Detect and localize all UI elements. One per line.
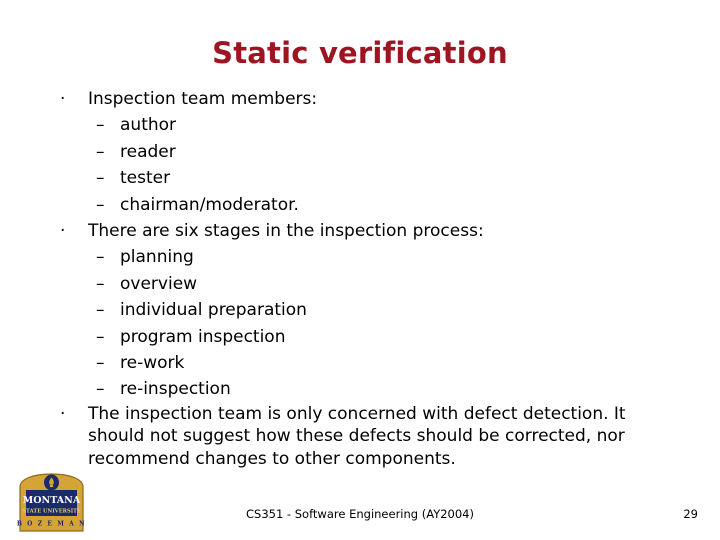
slide: Static verification · Inspection team me…: [0, 0, 720, 540]
bullet-marker-icon: ·: [60, 403, 66, 424]
bullet-level2-label: chairman/moderator.: [120, 194, 299, 215]
bullet-marker-icon: ·: [60, 221, 66, 242]
slide-body: · Inspection team members: – author – re…: [56, 86, 696, 470]
bullet-level2-label: program inspection: [120, 326, 286, 347]
bullet-level2: – program inspection: [56, 324, 696, 350]
bullet-level1-label: There are six stages in the inspection p…: [88, 221, 484, 242]
bullet-level1: · Inspection team members:: [56, 86, 696, 112]
dash-marker-icon: –: [96, 115, 105, 136]
footer-page-number: 29: [683, 507, 698, 521]
dash-marker-icon: –: [96, 168, 105, 189]
dash-marker-icon: –: [96, 353, 105, 374]
bullet-level2: – reader: [56, 139, 696, 165]
montana-state-university-logo: MONTANA STATE UNIVERSITY B O Z E M A N: [17, 473, 86, 535]
svg-text:STATE UNIVERSITY: STATE UNIVERSITY: [22, 509, 81, 515]
bullet-level2: – planning: [56, 244, 696, 270]
bullet-level2-label: planning: [120, 247, 194, 268]
bullet-level1-paragraph: · The inspection team is only concerned …: [56, 403, 664, 471]
bullet-level2-label: re-inspection: [120, 379, 231, 400]
bullet-level2-label: overview: [120, 273, 198, 294]
svg-text:MONTANA: MONTANA: [23, 495, 81, 506]
dash-marker-icon: –: [96, 300, 105, 321]
bullet-marker-icon: ·: [60, 89, 66, 109]
bullet-level2: – re-inspection: [56, 376, 696, 402]
dash-marker-icon: –: [96, 247, 105, 268]
bullet-level2: – re-work: [56, 350, 696, 376]
bullet-level2-label: reader: [120, 141, 176, 162]
bullet-level2: – individual preparation: [56, 297, 696, 323]
bullet-level2: – overview: [56, 271, 696, 297]
paragraph-text: The inspection team is only concerned wi…: [88, 403, 626, 469]
bullet-level2-label: tester: [120, 168, 171, 189]
bullet-level2: – chairman/moderator.: [56, 192, 696, 218]
bullet-level2-label: author: [120, 115, 177, 136]
bullet-level2: – tester: [56, 165, 696, 191]
bullet-level2-label: individual preparation: [120, 300, 307, 321]
bullet-level1: · There are six stages in the inspection…: [56, 218, 696, 244]
logo-icon: MONTANA STATE UNIVERSITY B O Z E M A N: [17, 473, 86, 532]
bullet-level2: – author: [56, 112, 696, 138]
bullet-level1-label: Inspection team members:: [88, 89, 318, 109]
dash-marker-icon: –: [96, 379, 105, 400]
dash-marker-icon: –: [96, 273, 105, 294]
dash-marker-icon: –: [96, 194, 105, 215]
dash-marker-icon: –: [96, 326, 105, 347]
page-title: Static verification: [212, 36, 508, 70]
dash-marker-icon: –: [96, 141, 105, 162]
footer-course-label: CS351 - Software Engineering (AY2004): [246, 507, 474, 521]
svg-text:B O Z E M A N: B O Z E M A N: [17, 521, 86, 528]
bullet-level2-label: re-work: [120, 353, 185, 374]
